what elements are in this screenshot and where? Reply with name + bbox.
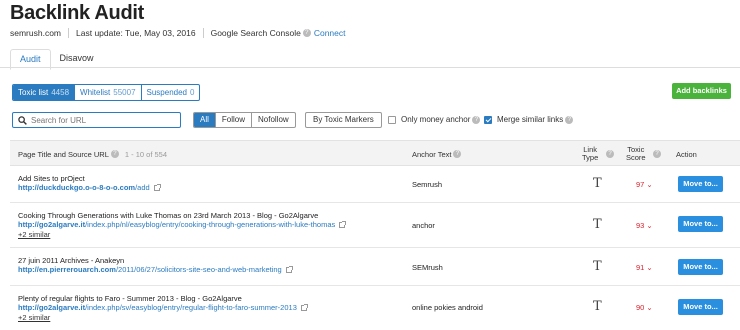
- filter-nofollow[interactable]: Nofollow: [252, 113, 295, 127]
- toxic-score[interactable]: 90 ⌄: [636, 303, 653, 312]
- info-icon[interactable]: ?: [606, 150, 614, 158]
- merge-similar-label: Merge similar links: [497, 115, 564, 124]
- divider: [202, 28, 204, 38]
- toxic-markers-button[interactable]: By Toxic Markers: [305, 112, 382, 128]
- text-link-icon: T: [593, 217, 602, 232]
- row-anchor-text: Semrush: [412, 180, 443, 189]
- text-link-icon: T: [593, 299, 602, 314]
- toxic-score[interactable]: 93 ⌄: [636, 221, 653, 230]
- result-range: 1 - 10 of 554: [124, 149, 168, 159]
- filter-all[interactable]: All: [194, 113, 216, 127]
- search-input[interactable]: [31, 115, 171, 125]
- external-link-icon[interactable]: [153, 184, 161, 192]
- whitelist-tab[interactable]: Whitelist 55007: [75, 85, 142, 100]
- info-icon[interactable]: ?: [472, 115, 481, 124]
- only-money-anchor-checkbox[interactable]: [388, 115, 396, 124]
- move-to-button[interactable]: Move to...: [678, 216, 723, 232]
- move-to-button[interactable]: Move to...: [678, 299, 723, 315]
- info-icon[interactable]: ?: [302, 29, 311, 37]
- text-link-icon: T: [593, 176, 602, 191]
- filter-follow[interactable]: Follow: [216, 113, 253, 127]
- table-row: Plenty of regular flights to Faro - Summ…: [10, 286, 740, 330]
- gsc-connect-link[interactable]: Connect: [314, 28, 346, 38]
- tab-divider: [0, 67, 740, 68]
- url-search-box[interactable]: [12, 112, 181, 128]
- info-icon[interactable]: ?: [453, 150, 462, 158]
- gsc-label: Google Search Console: [210, 28, 301, 38]
- table-row: 27 juin 2011 Archives - Anakeyn http://e…: [10, 248, 740, 286]
- external-link-icon[interactable]: [285, 266, 293, 274]
- row-anchor-text: anchor: [412, 221, 435, 230]
- row-anchor-text: online pokies android: [412, 303, 483, 312]
- move-to-button[interactable]: Move to...: [678, 176, 723, 192]
- move-to-button[interactable]: Move to...: [678, 259, 723, 275]
- last-update: Last update: Tue, May 03, 2016: [76, 28, 196, 38]
- list-switcher: Toxic list 4458 Whitelist 55007 Suspended 0: [12, 84, 201, 101]
- col-action: Action: [676, 149, 697, 159]
- row-source-url[interactable]: http://en.pierrerouarch.com/2011/06/27/s…: [18, 265, 293, 274]
- row-source-url[interactable]: http://go2algarve.it/index.php/nl/easybl…: [18, 220, 347, 229]
- row-anchor-text: SEMrush: [412, 263, 443, 272]
- divider: [68, 28, 70, 38]
- table-row: Cooking Through Generations with Luke Th…: [10, 203, 740, 248]
- col-toxic-score[interactable]: Toxic Score: [626, 141, 646, 167]
- merge-similar-checkbox[interactable]: [484, 115, 492, 124]
- col-link-type[interactable]: Link Type: [582, 141, 598, 167]
- info-icon[interactable]: ?: [110, 150, 119, 158]
- page-meta: semrush.com Last update: Tue, May 03, 20…: [10, 28, 346, 38]
- project-domain: semrush.com: [10, 28, 62, 38]
- col-anchor-text[interactable]: Anchor Text ?: [412, 141, 462, 167]
- toxic-list-tab[interactable]: Toxic list 4458: [13, 85, 76, 100]
- info-icon[interactable]: ?: [565, 115, 574, 124]
- table-row: Add Sites to prOject http://duckduckgo.o…: [10, 166, 740, 203]
- row-page-title: 27 juin 2011 Archives - Anakeyn: [18, 256, 125, 265]
- toxic-score[interactable]: 91 ⌄: [636, 263, 653, 272]
- suspended-tab[interactable]: Suspended 0: [142, 85, 200, 100]
- external-link-icon[interactable]: [339, 221, 347, 229]
- follow-filter: All Follow Nofollow: [193, 112, 296, 128]
- row-page-title: Plenty of regular flights to Faro - Summ…: [18, 294, 242, 303]
- only-money-anchor-label: Only money anchor: [401, 115, 471, 124]
- similar-links-link[interactable]: +2 similar: [18, 313, 50, 322]
- only-money-anchor-option[interactable]: Only money anchor ?: [388, 115, 481, 124]
- search-icon: [18, 115, 27, 125]
- merge-similar-option[interactable]: Merge similar links ?: [484, 115, 574, 124]
- external-link-icon[interactable]: [300, 304, 308, 312]
- info-icon[interactable]: ?: [653, 150, 661, 158]
- page-title: Backlink Audit: [10, 2, 144, 24]
- text-link-icon: T: [593, 259, 602, 274]
- similar-links-link[interactable]: +2 similar: [18, 230, 50, 239]
- add-backlinks-button[interactable]: Add backlinks: [672, 83, 731, 99]
- toxic-score[interactable]: 97 ⌄: [636, 180, 653, 189]
- row-source-url[interactable]: http://duckduckgo.o-o-8-o-o.com/add: [18, 183, 161, 192]
- col-page-title[interactable]: Page Title and Source URL ? 1 - 10 of 55…: [18, 141, 167, 167]
- table-header: Page Title and Source URL ? 1 - 10 of 55…: [10, 140, 740, 166]
- row-page-title: Cooking Through Generations with Luke Th…: [18, 211, 319, 220]
- row-source-url[interactable]: http://go2algarve.it/index.php/sv/easybl…: [18, 303, 308, 312]
- row-page-title: Add Sites to prOject: [18, 174, 85, 183]
